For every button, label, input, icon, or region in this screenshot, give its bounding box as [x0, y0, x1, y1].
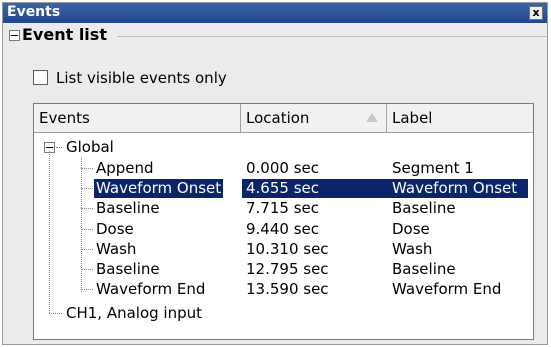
events-table: Events Location Label Global Append 0.000…: [33, 103, 534, 340]
tree-root-label: Global: [66, 138, 114, 156]
event-location: 13.590 sec: [246, 280, 329, 299]
event-label: Baseline: [392, 260, 456, 278]
collapse-icon[interactable]: [9, 30, 20, 41]
sort-ascending-icon: [366, 113, 378, 122]
tree-connector: [81, 188, 93, 190]
row-values: 7.715 sec Baseline: [242, 199, 528, 218]
row-values: 12.795 sec Baseline: [242, 260, 528, 279]
event-location: 9.440 sec: [246, 219, 320, 238]
event-name: Append: [96, 159, 154, 177]
table-row[interactable]: Waveform End 13.590 sec Waveform End: [34, 280, 533, 299]
event-location: 7.715 sec: [246, 199, 320, 218]
event-label: Baseline: [392, 199, 456, 218]
visible-only-label: List visible events only: [56, 69, 227, 87]
tree-connector: [81, 208, 93, 210]
tree-root-row[interactable]: Global: [34, 138, 533, 157]
event-label: Dose: [392, 219, 430, 238]
tree-connector: [56, 147, 62, 149]
row-values: 0.000 sec Segment 1: [242, 159, 528, 178]
event-location: 0.000 sec: [246, 159, 320, 177]
table-row[interactable]: Baseline 7.715 sec Baseline: [34, 199, 533, 218]
event-name: Wash: [96, 239, 137, 258]
close-button[interactable]: x: [529, 6, 543, 20]
events-window: Events x Event list List visible events …: [2, 2, 548, 345]
section-title: Event list: [22, 25, 107, 44]
title-bar[interactable]: Events x: [3, 3, 547, 23]
event-name: Baseline: [96, 260, 160, 278]
event-label: Segment 1: [392, 159, 474, 177]
event-list-section-header[interactable]: Event list: [9, 25, 107, 45]
event-label: Waveform Onset: [392, 179, 518, 198]
table-row[interactable]: Baseline 12.795 sec Baseline: [34, 260, 533, 279]
row-values: 10.310 sec Wash: [242, 240, 528, 259]
visible-only-checkbox[interactable]: [33, 70, 48, 85]
tree-connector: [49, 313, 62, 315]
tree-connector: [81, 168, 93, 170]
row-values: 4.655 sec Waveform Onset: [242, 179, 528, 199]
event-location: 12.795 sec: [246, 260, 329, 278]
row-values: 13.590 sec Waveform End: [242, 280, 528, 299]
event-name: Dose: [96, 219, 134, 238]
event-label: Waveform End: [392, 280, 502, 299]
table-row[interactable]: Dose 9.440 sec Dose: [34, 220, 533, 239]
event-location: 10.310 sec: [246, 239, 329, 258]
column-header-location[interactable]: Location: [241, 104, 387, 132]
visible-only-option[interactable]: List visible events only: [33, 69, 227, 87]
table-header: Events Location Label: [34, 104, 533, 133]
row-values: 9.440 sec Dose: [242, 220, 528, 239]
table-row[interactable]: Waveform Onset 4.655 sec Waveform Onset: [34, 179, 533, 199]
event-name: Baseline: [96, 199, 160, 218]
channel-row[interactable]: CH1, Analog input: [34, 304, 533, 323]
event-name: Waveform Onset: [94, 179, 224, 199]
column-header-label[interactable]: Label: [387, 104, 533, 132]
tree-connector: [81, 289, 93, 291]
table-row[interactable]: Append 0.000 sec Segment 1: [34, 159, 533, 178]
tree-connector: [81, 248, 93, 251]
column-header-events[interactable]: Events: [34, 104, 241, 132]
event-location: 4.655 sec: [246, 179, 320, 198]
window-title: Events: [7, 4, 61, 20]
event-label: Wash: [392, 239, 433, 258]
tree-connector: [81, 228, 93, 231]
table-row[interactable]: Wash 10.310 sec Wash: [34, 240, 533, 259]
channel-label: CH1, Analog input: [66, 304, 203, 322]
section-divider: [117, 36, 547, 37]
tree-connector: [81, 269, 93, 271]
column-header-location-label: Location: [246, 109, 310, 127]
event-name: Waveform End: [96, 280, 206, 299]
